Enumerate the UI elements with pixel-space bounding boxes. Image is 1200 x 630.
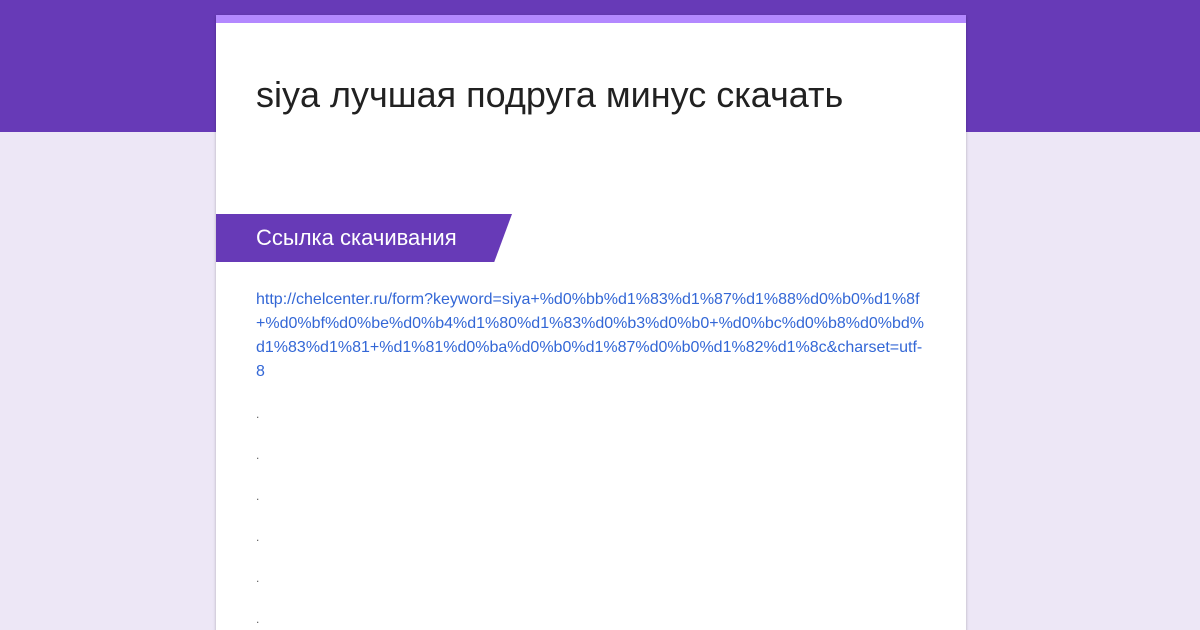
form-description: http://chelcenter.ru/form?keyword=siya+%… <box>256 288 928 630</box>
section-banner: Ссылка скачивания <box>216 214 512 262</box>
card-accent-bar <box>216 15 966 23</box>
section-title: Ссылка скачивания <box>256 225 457 250</box>
download-link[interactable]: http://chelcenter.ru/form?keyword=siya+%… <box>256 288 928 384</box>
dot-line-4: . <box>256 530 260 544</box>
dot-line-1: . <box>256 407 260 421</box>
dot-line-6: . <box>256 612 260 626</box>
dot-line-2: . <box>256 448 260 462</box>
form-card: siya лучшая подруга минус скачать Ссылка… <box>216 15 966 630</box>
dot-line-5: . <box>256 571 260 585</box>
dot-line-3: . <box>256 489 260 503</box>
form-title: siya лучшая подруга минус скачать <box>256 74 844 115</box>
